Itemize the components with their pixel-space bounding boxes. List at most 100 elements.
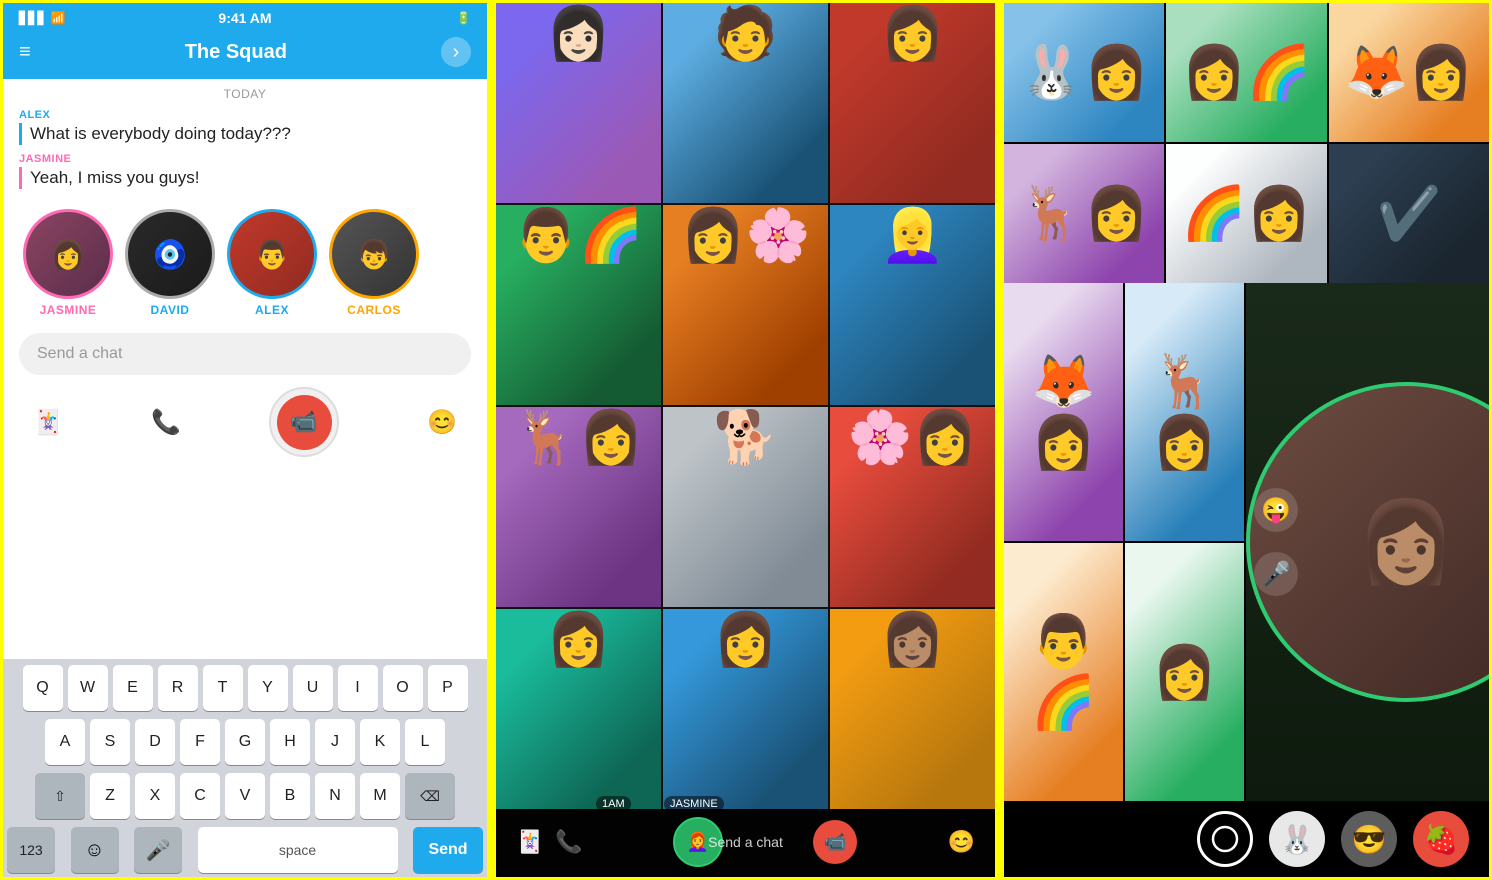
right-top-grid: 🐰👩 👩🌈 🦊👩 🦌👩 🌈👩 ✔️ [1004,3,1489,283]
filter-none-button[interactable] [1197,811,1253,867]
video-cell-11[interactable]: 👩 [663,609,828,809]
video-cell-5[interactable]: 👩🌸 [663,205,828,405]
avatar-carlos: 👦 [329,209,419,299]
rb-cell-3[interactable]: 👨🌈 [1004,543,1123,801]
mic-icon[interactable]: 🎤 [1254,552,1298,596]
video-cell-2[interactable]: 🧑 [663,3,828,203]
key-mic[interactable]: 🎤 [134,827,182,873]
key-j[interactable]: J [315,719,355,765]
key-x[interactable]: X [135,773,175,819]
phone-icon[interactable]: 📞 [151,408,181,437]
avatar-item-jasmine[interactable]: 👩 JASMINE [23,209,113,317]
mid-phone-icon[interactable]: 📞 [555,829,582,855]
key-v[interactable]: V [225,773,265,819]
key-q[interactable]: Q [23,665,63,711]
avatar-david: 🧿 [125,209,215,299]
key-emoji[interactable]: ☺ [71,827,119,873]
right-bottom-section: 🦊👩 🦌👩 👨🌈 👩 😜 🎤 👩🏽 ▾ [1004,283,1489,801]
rb-cell-2[interactable]: 🦌👩 [1125,283,1244,541]
mid-sticker-icon[interactable]: 🃏 [516,829,543,855]
filter-sunglass-emoji: 😎 [1352,823,1387,856]
avatar-alex: 👨 [227,209,317,299]
key-send[interactable]: Send [413,827,483,873]
video-cell-4[interactable]: 👨🌈 [496,205,661,405]
avatars-row: 👩 JASMINE 🧿 DAVID 👨 ALEX 👦 CARLOS [3,193,487,325]
key-n[interactable]: N [315,773,355,819]
rb-cell-1[interactable]: 🦊👩 [1004,283,1123,541]
forward-button[interactable]: › [441,37,471,67]
video-icon: 📹 [277,395,332,450]
video-cell-12[interactable]: 👩🏽 [830,609,995,809]
key-i[interactable]: I [338,665,378,711]
video-cell-10[interactable]: 👩 [496,609,661,809]
mid-emoji-icon[interactable]: 😊 [948,829,975,855]
key-z[interactable]: Z [90,773,130,819]
filter-face-button[interactable]: 🐰 [1269,811,1325,867]
key-e[interactable]: E [113,665,153,711]
video-call-button[interactable]: 📹 [269,387,339,457]
key-p[interactable]: P [428,665,468,711]
key-g[interactable]: G [225,719,265,765]
right-cell-5[interactable]: 🌈👩 [1166,144,1326,283]
video-cell-9[interactable]: 🌸👩 [830,407,995,607]
chat-panel: ▋▋▋ 📶 9:41 AM 🔋 ≡ The Squad › TODAY ALEX… [0,0,490,880]
video-cell-6[interactable]: 👱‍♀️ [830,205,995,405]
key-d[interactable]: D [135,719,175,765]
video-cell-1[interactable]: 👩🏻 [496,3,661,203]
rb-cell-4[interactable]: 👩 [1125,543,1244,801]
key-t[interactable]: T [203,665,243,711]
avatar-jasmine: 👩 [23,209,113,299]
key-shift[interactable]: ⇧ [35,773,85,819]
avatar-item-david[interactable]: 🧿 DAVID [125,209,215,317]
key-delete[interactable]: ⌫ [405,773,455,819]
filter-strawberry-button[interactable]: 🍓 [1413,811,1469,867]
sticker-icon[interactable]: 🃏 [33,408,63,437]
right-cell-4[interactable]: 🦌👩 [1004,144,1164,283]
right-cell-2[interactable]: 👩🌈 [1166,3,1326,142]
message-block-2: JASMINE Yeah, I miss you guys! [3,149,487,193]
emoji-icon[interactable]: 😊 [427,408,457,437]
message-border-alex: What is everybody doing today??? [19,123,471,145]
avatar-item-alex[interactable]: 👨 ALEX [227,209,317,317]
right-cell-6[interactable]: ✔️ [1329,144,1489,283]
avatar-label-alex: ALEX [255,303,289,317]
face-10: 👩 [496,609,661,670]
face-6: 👱‍♀️ [830,205,995,266]
key-w[interactable]: W [68,665,108,711]
filter-icon[interactable]: 😜 [1254,488,1298,532]
menu-icon[interactable]: ≡ [19,41,31,64]
key-b[interactable]: B [270,773,310,819]
key-f[interactable]: F [180,719,220,765]
face-3: 👩 [830,3,995,64]
key-u[interactable]: U [293,665,333,711]
mid-send-chat-label[interactable]: Send a chat [708,834,783,850]
message-block-1: ALEX What is everybody doing today??? [3,105,487,149]
video-cell-8[interactable]: 🐕 [663,407,828,607]
key-m[interactable]: M [360,773,400,819]
face-4: 👨🌈 [496,205,661,266]
key-space[interactable]: space [198,827,398,873]
send-chat-input[interactable]: Send a chat [19,333,471,375]
key-k[interactable]: K [360,719,400,765]
key-o[interactable]: O [383,665,423,711]
key-r[interactable]: R [158,665,198,711]
avatar-item-carlos[interactable]: 👦 CARLOS [329,209,419,317]
mid-video-button[interactable]: 📹 [813,820,857,864]
key-l[interactable]: L [405,719,445,765]
key-y[interactable]: Y [248,665,288,711]
keyboard-row-1: Q W E R T Y U I O P [7,665,483,711]
video-cell-7[interactable]: 🦌👩 [496,407,661,607]
right-cell-1[interactable]: 🐰👩 [1004,3,1164,142]
right-cell-3[interactable]: 🦊👩 [1329,3,1489,142]
video-cell-3[interactable]: 👩 [830,3,995,203]
key-a[interactable]: A [45,719,85,765]
filter-sunglass-button[interactable]: 😎 [1341,811,1397,867]
key-s[interactable]: S [90,719,130,765]
avatar-label-david: DAVID [151,303,190,317]
chat-title: The Squad [185,41,287,64]
key-c[interactable]: C [180,773,220,819]
group-video-panel: 👩🏻 🧑 👩 👨🌈 👩🌸 👱‍♀️ 🦌👩 🐕 🌸👩 � [496,0,995,880]
key-h[interactable]: H [270,719,310,765]
key-numbers[interactable]: 123 [7,827,55,873]
message-text-jasmine: Yeah, I miss you guys! [30,167,471,189]
